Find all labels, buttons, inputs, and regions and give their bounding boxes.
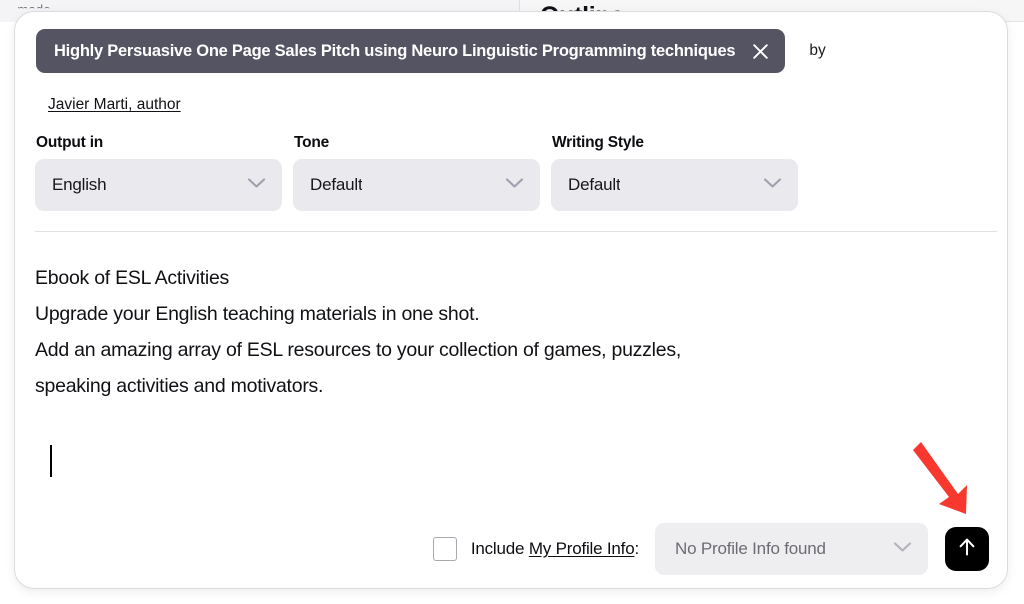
prompt-text-editor[interactable]: Ebook of ESL Activities Upgrade your Eng… [35, 260, 965, 404]
include-suffix-text: : [634, 539, 639, 558]
text-caret [50, 445, 52, 477]
author-link[interactable]: Javier Marti, author [42, 92, 187, 118]
writing-style-value: Default [568, 175, 620, 195]
include-prefix-text: Include [471, 539, 529, 558]
tone-group: Tone Default [293, 134, 540, 211]
include-profile-label: Include My Profile Info: [471, 539, 639, 559]
writing-style-select[interactable]: Default [551, 159, 798, 211]
chevron-down-icon [763, 176, 782, 194]
writing-style-label: Writing Style [551, 134, 798, 152]
arrow-up-icon [955, 535, 979, 564]
editor-line: Ebook of ESL Activities [35, 260, 965, 296]
tone-value: Default [310, 175, 362, 195]
editor-line: Upgrade your English teaching materials … [35, 296, 965, 332]
chevron-down-icon [505, 176, 524, 194]
prompt-editor-modal: Highly Persuasive One Page Sales Pitch u… [14, 11, 1008, 589]
tone-label: Tone [293, 134, 540, 152]
section-divider [35, 231, 997, 232]
close-x-icon[interactable] [749, 40, 771, 62]
output-language-group: Output in English [35, 134, 282, 211]
title-row: Highly Persuasive One Page Sales Pitch u… [36, 29, 988, 73]
output-language-value: English [52, 175, 106, 195]
profile-info-value: No Profile Info found [675, 539, 826, 559]
chevron-down-icon [893, 540, 912, 558]
output-language-select[interactable]: English [35, 159, 282, 211]
prompt-title-text: Highly Persuasive One Page Sales Pitch u… [54, 42, 735, 61]
prompt-title-chip[interactable]: Highly Persuasive One Page Sales Pitch u… [36, 29, 785, 73]
my-profile-info-link[interactable]: My Profile Info [529, 539, 635, 558]
editor-line: speaking activities and motivators. [35, 368, 965, 404]
profile-info-select[interactable]: No Profile Info found [655, 523, 928, 575]
include-profile-checkbox[interactable] [433, 537, 457, 561]
editor-line: Add an amazing array of ESL resources to… [35, 332, 965, 368]
output-in-label: Output in [35, 134, 282, 152]
chevron-down-icon [247, 176, 266, 194]
selector-row: Output in English Tone Default [35, 134, 798, 211]
tone-select[interactable]: Default [293, 159, 540, 211]
submit-button[interactable] [945, 527, 989, 571]
modal-footer: Include My Profile Info: No Profile Info… [15, 510, 1008, 588]
writing-style-group: Writing Style Default [551, 134, 798, 211]
by-label: by [809, 42, 825, 60]
